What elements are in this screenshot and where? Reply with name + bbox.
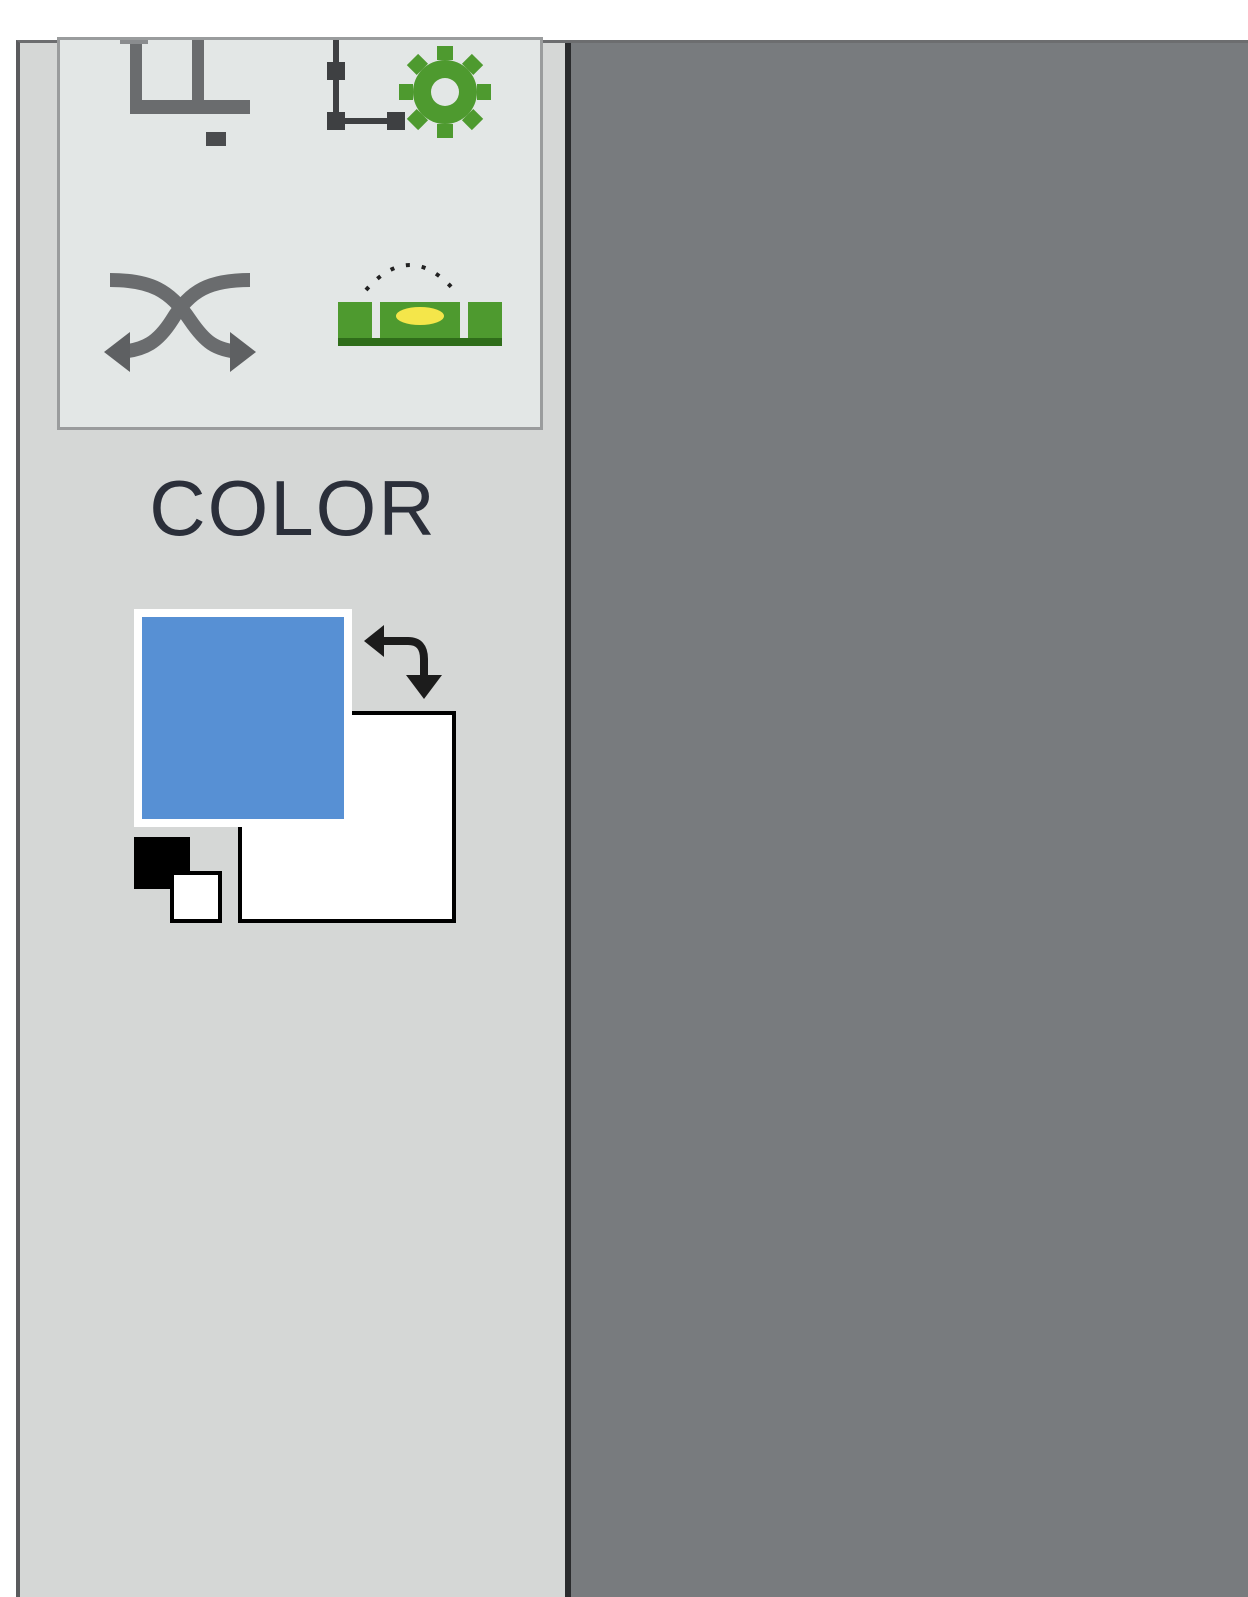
- default-background-square: [170, 871, 222, 923]
- foreground-color-swatch[interactable]: [134, 609, 352, 827]
- tool-sidebar: COLOR: [20, 37, 566, 1597]
- canvas-area[interactable]: [571, 43, 1248, 1597]
- transform-settings-icon[interactable]: [325, 40, 505, 150]
- flip-icon[interactable]: [100, 250, 260, 380]
- default-colors-icon[interactable]: [134, 837, 224, 927]
- swap-arrows-icon[interactable]: [362, 619, 454, 699]
- editor-window: COLOR: [16, 37, 1248, 1597]
- color-section-label: COLOR: [149, 464, 437, 552]
- foreground-color-fill: [142, 617, 344, 819]
- crop-icon[interactable]: [120, 40, 260, 150]
- tool-grid: [57, 37, 543, 430]
- level-icon[interactable]: [330, 250, 505, 360]
- color-picker-widget: [134, 609, 464, 939]
